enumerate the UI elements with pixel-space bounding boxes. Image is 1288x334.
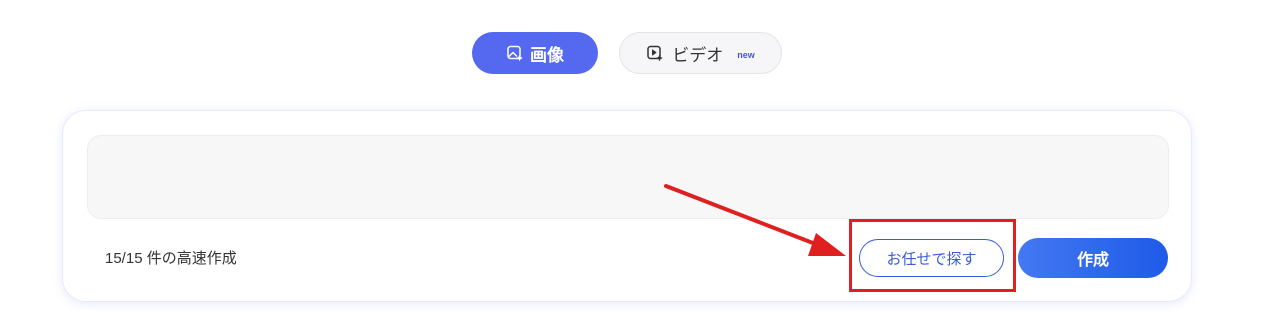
tab-image[interactable]: 画像 [472, 32, 598, 74]
prompt-card: 15/15 件の高速作成 お任せで探す 作成 [62, 110, 1192, 302]
tab-video-label: ビデオ [672, 45, 724, 65]
tab-image-label: 画像 [530, 45, 564, 65]
tab-video[interactable]: ビデオ new [619, 32, 782, 74]
video-sparkle-icon [646, 44, 664, 62]
quota-text: 15/15 件の高速作成 [105, 250, 237, 267]
image-sparkle-icon [506, 44, 524, 62]
highlight-box [849, 219, 1016, 292]
new-badge: new [737, 50, 755, 60]
prompt-input[interactable] [87, 135, 1169, 219]
mode-tabs: 画像 ビデオ new [0, 32, 1288, 76]
create-button[interactable]: 作成 [1018, 238, 1168, 278]
